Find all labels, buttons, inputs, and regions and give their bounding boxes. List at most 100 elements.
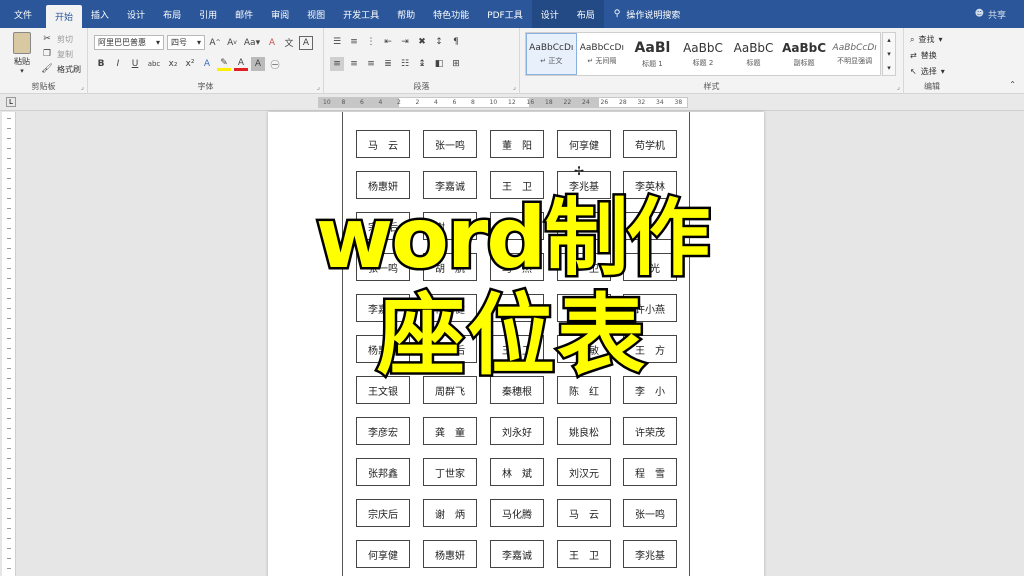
asian-layout-icon[interactable]: ✖ [415, 35, 429, 49]
decrease-indent-icon[interactable]: ⇤ [381, 35, 395, 49]
tab-6[interactable]: 邮件 [226, 0, 262, 28]
italic-icon[interactable]: I [111, 57, 125, 71]
dialog-launcher-icon[interactable]: ⌟ [897, 83, 900, 91]
char-border-icon[interactable]: A [299, 35, 313, 50]
style-item[interactable]: AaBbCcDı 不明显强调 [829, 33, 880, 75]
tab-10[interactable]: 帮助 [388, 0, 424, 28]
style-item[interactable]: AaBbC 标题 [728, 33, 779, 75]
show-marks-icon[interactable]: ¶ [449, 35, 463, 49]
increase-indent-icon[interactable]: ⇥ [398, 35, 412, 49]
font-color-icon[interactable]: A [234, 57, 248, 71]
seat-card[interactable]: 马 云 [557, 499, 611, 527]
find-button[interactable]: ⌕ 查找 ▾ [910, 32, 945, 47]
tab-3[interactable]: 设计 [118, 0, 154, 28]
seat-card[interactable]: 丁世家 [423, 458, 477, 486]
superscript-icon[interactable]: x² [183, 57, 197, 71]
justify-icon[interactable]: ≣ [381, 57, 395, 71]
align-center-icon[interactable]: ≡ [347, 57, 361, 71]
subscript-icon[interactable]: x₂ [166, 57, 180, 71]
chevron-up-icon[interactable]: ▴ [887, 36, 891, 44]
shading-icon[interactable]: A [251, 57, 265, 71]
seat-card[interactable]: 马 云 [356, 130, 410, 158]
tab-13[interactable]: 设计 [531, 0, 568, 28]
shrink-font-icon[interactable]: Av [225, 36, 239, 50]
change-case-icon[interactable]: Aa▾ [242, 36, 262, 50]
strikethrough-icon[interactable]: abc [145, 57, 163, 71]
seat-card[interactable]: 何享健 [557, 130, 611, 158]
style-item[interactable]: AaBbC 副标题 [779, 33, 830, 75]
font-size-select[interactable]: 四号 ▾ [167, 35, 205, 50]
chevron-down-icon[interactable]: ▾ [887, 50, 891, 58]
tab-2[interactable]: 插入 [82, 0, 118, 28]
multilevel-list-icon[interactable]: ⋮ [364, 35, 378, 49]
seat-card[interactable]: 张一鸣 [423, 130, 477, 158]
seat-card[interactable]: 林 斌 [490, 458, 544, 486]
tell-me-search[interactable]: ⚲ 操作说明搜索 [604, 0, 691, 28]
seat-card[interactable]: 王 卫 [557, 540, 611, 568]
tab-selector-icon[interactable]: L [6, 97, 16, 107]
highlight-icon[interactable]: ✎ [217, 57, 231, 71]
vertical-ruler[interactable] [2, 112, 16, 576]
seat-card[interactable]: 苟学机 [623, 130, 677, 158]
replace-button[interactable]: ⇄ 替换 [910, 48, 945, 63]
share-button[interactable]: ☻ 共享 [975, 0, 1024, 28]
align-right-icon[interactable]: ≡ [364, 57, 378, 71]
clear-format-icon[interactable]: A [265, 36, 279, 50]
style-item[interactable]: AaBbC 标题 2 [678, 33, 729, 75]
cut-button[interactable]: ✂ 剪切 [40, 32, 73, 46]
tab-0[interactable]: 文件 [0, 0, 46, 28]
select-button[interactable]: ↖ 选择 ▾ [910, 64, 945, 79]
horizontal-ruler[interactable]: L 10 8 6 4 2 2 4 6 8 10 12 16 18 22 24 26 28 32 34 38 [0, 94, 1024, 111]
seat-card[interactable]: 姚良松 [557, 417, 611, 445]
seat-card[interactable]: 张一鸣 [623, 499, 677, 527]
bold-icon[interactable]: B [94, 57, 108, 71]
tab-12[interactable]: PDF工具 [478, 0, 532, 28]
seat-card[interactable]: 宗庆后 [356, 499, 410, 527]
seat-card[interactable]: 张邦鑫 [356, 458, 410, 486]
seat-card[interactable]: 董 阳 [490, 130, 544, 158]
tab-14[interactable]: 布局 [567, 0, 604, 28]
style-item[interactable]: AaBbCcDı ↵ 无间隔 [577, 33, 628, 75]
distributed-icon[interactable]: ☷ [398, 57, 412, 71]
style-item[interactable]: AaBl 标题 1 [627, 33, 678, 75]
tab-1[interactable]: 开始 [46, 5, 83, 28]
seat-card[interactable]: 李彦宏 [356, 417, 410, 445]
borders-icon[interactable]: ⊞ [449, 57, 463, 71]
copy-button[interactable]: ❐ 复制 [40, 47, 73, 61]
styles-scroll[interactable]: ▴ ▾ ▾ [882, 32, 896, 76]
seat-card[interactable]: 何享健 [356, 540, 410, 568]
seat-card[interactable]: 刘永好 [490, 417, 544, 445]
enclose-char-icon[interactable]: ㊀ [268, 57, 282, 71]
seat-card[interactable]: 许荣茂 [623, 417, 677, 445]
tab-11[interactable]: 特色功能 [424, 0, 478, 28]
tab-9[interactable]: 开发工具 [334, 0, 388, 28]
style-item[interactable]: AaBbCcDı ↵ 正文 [526, 33, 577, 75]
dialog-launcher-icon[interactable]: ⌟ [513, 83, 516, 91]
phonetic-guide-icon[interactable]: 文 [282, 36, 296, 50]
format-painter-button[interactable]: 🖌 格式刷 [40, 62, 81, 76]
font-name-select[interactable]: 阿里巴巴普惠 ▾ [94, 35, 164, 50]
seat-card[interactable]: 谢 炳 [423, 499, 477, 527]
seat-card[interactable]: 程 雪 [623, 458, 677, 486]
dialog-launcher-icon[interactable]: ⌟ [81, 83, 84, 91]
seat-card[interactable]: 龚 童 [423, 417, 477, 445]
bullets-icon[interactable]: ☰ [330, 35, 344, 49]
paragraph-shading-icon[interactable]: ◧ [432, 57, 446, 71]
paste-button[interactable]: 粘贴 ▾ [8, 32, 36, 75]
seat-card[interactable]: 马化腾 [490, 499, 544, 527]
seat-card[interactable]: 刘汉元 [557, 458, 611, 486]
seat-card[interactable]: 李嘉诚 [490, 540, 544, 568]
sort-icon[interactable]: ↕ [432, 35, 446, 49]
underline-icon[interactable]: U [128, 57, 142, 71]
collapse-ribbon-icon[interactable]: ⌃ [1009, 80, 1016, 89]
tab-5[interactable]: 引用 [190, 0, 226, 28]
seat-card[interactable]: 李兆基 [623, 540, 677, 568]
tab-4[interactable]: 布局 [154, 0, 190, 28]
more-icon[interactable]: ▾ [887, 64, 891, 72]
numbering-icon[interactable]: ≡ [347, 35, 361, 49]
align-left-icon[interactable]: ≡ [330, 57, 344, 71]
tab-7[interactable]: 审阅 [262, 0, 298, 28]
line-spacing-icon[interactable]: ↨ [415, 57, 429, 71]
tab-8[interactable]: 视图 [298, 0, 334, 28]
grow-font-icon[interactable]: A ^ [208, 36, 222, 50]
